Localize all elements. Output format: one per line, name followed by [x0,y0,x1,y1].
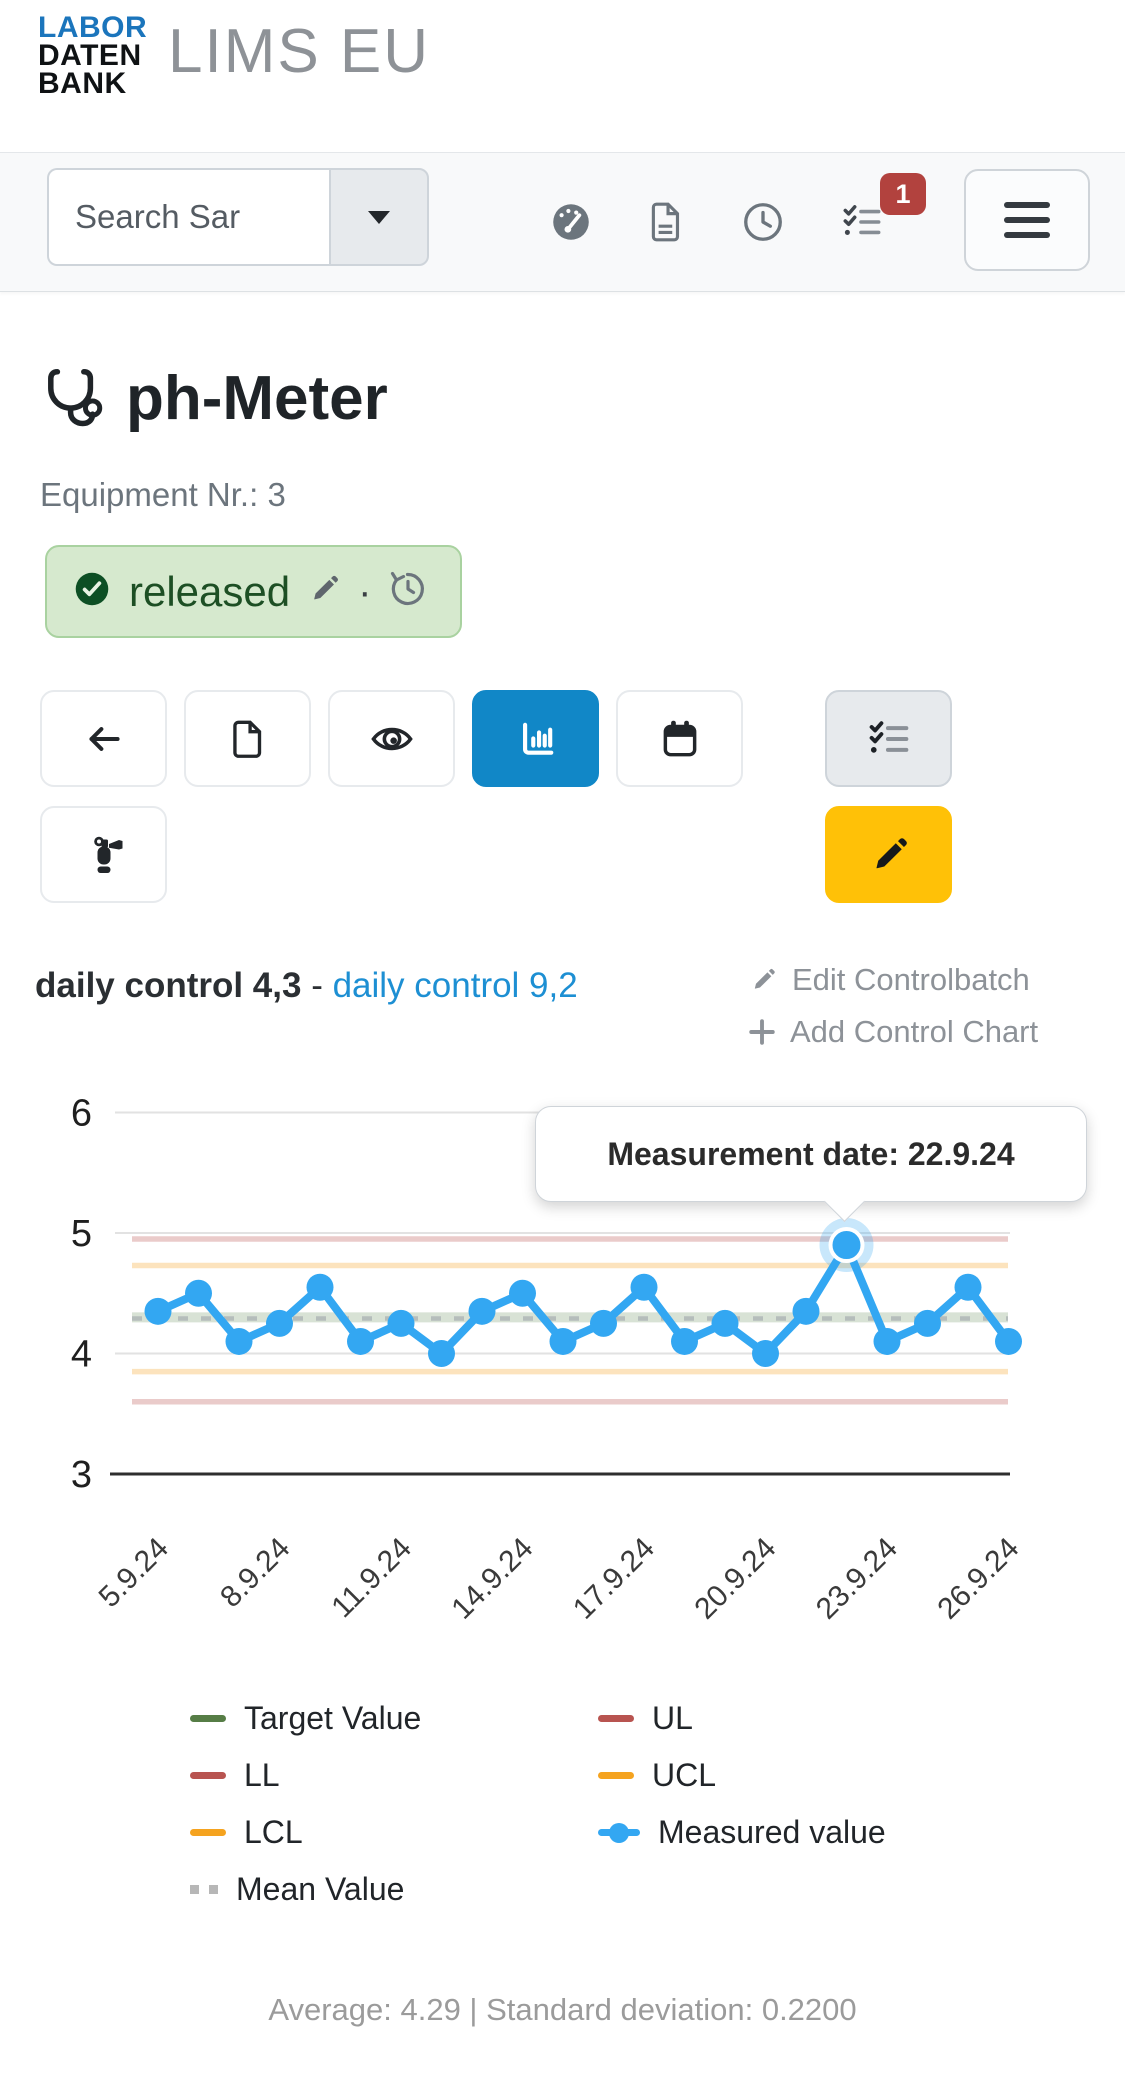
edit-button[interactable] [825,806,952,903]
legend-label: LCL [244,1814,303,1851]
svg-text:17.9.24: 17.9.24 [567,1532,661,1626]
controlbatch-heading: daily control 4,3 - daily control 9,2 [35,966,578,1006]
history-icon[interactable] [387,568,429,615]
status-badge: released · [45,545,462,638]
controlbatch-name: daily control 4,3 [35,966,301,1005]
fire-extinguisher-button[interactable] [40,806,167,903]
checklist-button[interactable] [825,690,952,787]
legend-item-measured-value[interactable]: Measured value [598,1814,886,1851]
labordatenbank-logo[interactable]: LABOR DATEN BANK [38,14,147,99]
view-button[interactable] [328,690,455,787]
legend-swatch [598,1715,634,1722]
equipment-title-row: ph-Meter [42,362,388,435]
eye-icon [368,715,416,763]
dashboard-gauge-icon[interactable] [548,199,594,245]
file-button[interactable] [184,690,311,787]
check-circle-icon [71,568,113,615]
legend-swatch [190,1885,218,1894]
chart-statistics: Average: 4.29 | Standard deviation: 0.22… [0,1992,1125,2028]
svg-text:14.9.24: 14.9.24 [445,1532,539,1626]
controlbatch-separator: - [301,966,332,1005]
hamburger-icon [1004,202,1050,208]
controlbatch-link[interactable]: daily control 9,2 [333,966,578,1005]
legend-item-lcl[interactable]: LCL [190,1814,502,1851]
stethoscope-icon [42,362,108,435]
action-button-row [40,690,743,787]
search-type-dropdown[interactable] [329,168,429,266]
file-icon [225,716,271,762]
chart-legend: Target Value UL LL UCL LCL Measured value Mean… [190,1700,886,1908]
checklist-icon [864,715,914,763]
svg-text:11.9.24: 11.9.24 [325,1532,418,1625]
back-button[interactable] [40,690,167,787]
status-label: released [129,568,290,616]
add-control-chart-link[interactable]: Add Control Chart [748,1014,1038,1050]
action-button-row-2 [40,806,167,903]
toolbar: 1 [0,152,1125,292]
search-group [47,168,429,266]
document-icon[interactable] [646,200,688,244]
calendar-icon [657,716,703,762]
logo-line: LABOR [38,14,147,42]
pencil-icon [866,832,912,878]
logo-line: DATEN [38,42,147,70]
svg-text:26.9.24: 26.9.24 [931,1532,1025,1626]
legend-label: Measured value [658,1814,886,1851]
svg-text:4: 4 [71,1334,92,1376]
legend-item-ucl[interactable]: UCL [598,1757,886,1794]
svg-text:3: 3 [71,1454,92,1496]
legend-label: UL [652,1700,693,1737]
legend-label: UCL [652,1757,716,1794]
control-chart-button[interactable] [472,690,599,787]
svg-text:5.9.24: 5.9.24 [93,1532,175,1614]
legend-label: Mean Value [236,1871,404,1908]
chart-tooltip: Measurement date: 22.9.24 [535,1106,1087,1202]
legend-swatch [190,1715,226,1722]
legend-swatch [598,1823,640,1843]
legend-swatch [598,1772,634,1779]
legend-item-target-value[interactable]: Target Value [190,1700,502,1737]
bar-chart-icon [512,715,560,763]
legend-label: Target Value [244,1700,421,1737]
legend-item-ul[interactable]: UL [598,1700,886,1737]
legend-item-mean-value[interactable]: Mean Value [190,1871,502,1908]
search-input[interactable] [47,168,329,266]
arrow-left-icon [81,716,127,762]
svg-text:5: 5 [71,1213,92,1255]
pencil-icon [748,965,778,995]
page-title: ph-Meter [126,363,388,434]
clock-icon[interactable] [740,199,786,245]
svg-text:20.9.24: 20.9.24 [688,1532,782,1626]
edit-controlbatch-link[interactable]: Edit Controlbatch [748,962,1038,998]
calendar-button[interactable] [616,690,743,787]
menu-button[interactable] [964,169,1090,271]
edit-status-icon[interactable] [306,571,342,612]
separator-dot: · [358,572,371,612]
svg-text:8.9.24: 8.9.24 [214,1532,296,1614]
chevron-down-icon [368,211,390,224]
controlbatch-actions: Edit Controlbatch Add Control Chart [748,962,1038,1050]
svg-text:23.9.24: 23.9.24 [810,1532,904,1626]
plus-icon [748,1018,776,1046]
legend-swatch [190,1772,226,1779]
tooltip-text: Measurement date: 22.9.24 [607,1136,1014,1173]
task-list-icon[interactable]: 1 [838,199,886,245]
fire-extinguisher-icon [80,831,128,879]
toolbar-icons: 1 [548,153,886,291]
logo-line: BANK [38,70,147,98]
app-header: LABOR DATEN BANK LIMS EU [0,0,1125,152]
notification-badge: 1 [880,173,926,215]
app-title: LIMS EU [168,16,430,87]
legend-item-ll[interactable]: LL [190,1757,502,1794]
legend-label: LL [244,1757,280,1794]
legend-swatch [190,1829,226,1836]
equipment-number: Equipment Nr.: 3 [40,476,286,514]
svg-text:6: 6 [71,1093,92,1135]
